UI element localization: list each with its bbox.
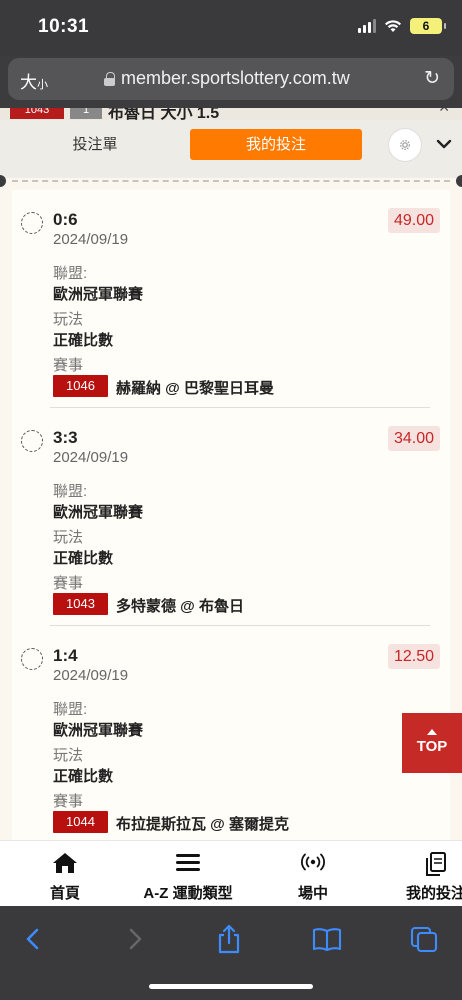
nav-az-label: A-Z 運動類型 <box>143 885 233 902</box>
select-radio[interactable] <box>21 212 43 234</box>
dashed-line <box>12 180 450 182</box>
bet-slip-peek: 1043 1 布魯日 大小 1.5 ✕ <box>0 108 462 120</box>
select-radio[interactable] <box>21 430 43 452</box>
back-icon[interactable] <box>18 924 50 954</box>
tab-my-bets[interactable]: 我的投注 <box>190 129 362 160</box>
close-icon[interactable]: ✕ <box>438 108 450 116</box>
play-value: 正確比數 <box>53 550 114 567</box>
bottom-nav: 首頁 A-Z 運動類型 場中 我的投注 <box>0 840 462 906</box>
bet-card: 3:3 2024/09/19 34.00 聯盟: 歐洲冠軍聯賽 玩法 正確比數 … <box>12 408 450 626</box>
signal-icon <box>358 19 376 33</box>
url-text: member.sportslottery.com.tw <box>121 68 350 88</box>
bet-date: 2024/09/19 <box>53 231 129 248</box>
nav-live[interactable]: 場中 <box>270 841 356 907</box>
text-size-small: 小 <box>37 79 48 91</box>
select-radio[interactable] <box>21 648 43 670</box>
play-label: 玩法 <box>53 747 84 764</box>
bet-card: 1:4 2024/09/19 12.50 聯盟: 歐洲冠軍聯賽 玩法 正確比數 … <box>12 626 450 844</box>
match-label: 賽事 <box>53 357 84 374</box>
bet-date: 2024/09/19 <box>53 449 129 466</box>
play-label: 玩法 <box>53 529 84 546</box>
ticket-divider <box>0 175 462 187</box>
phone-screen: 10:31 6 大小 member.sportslottery.com.tw ↻… <box>0 0 462 1000</box>
bet-date: 2024/09/19 <box>53 667 129 684</box>
home-icon <box>53 853 77 873</box>
status-icons: 6 <box>358 18 446 34</box>
peek-number: 1 <box>70 108 102 119</box>
notch-right <box>456 175 462 187</box>
league-value: 歐洲冠軍聯賽 <box>53 722 144 739</box>
bet-card: 0:6 2024/09/19 49.00 聯盟: 歐洲冠軍聯賽 玩法 正確比數 … <box>12 190 450 408</box>
bet-odds: 12.50 <box>387 644 440 669</box>
live-broadcast-icon <box>301 853 325 871</box>
peek-text: 布魯日 大小 1.5 <box>108 108 220 120</box>
tabs-icon[interactable] <box>408 924 440 954</box>
menu-icon <box>176 854 200 871</box>
match-label: 賽事 <box>53 793 84 810</box>
nav-home-label: 首頁 <box>49 885 80 902</box>
league-label: 聯盟: <box>53 483 88 500</box>
lock-icon <box>104 72 115 86</box>
bet-list: 0:6 2024/09/19 49.00 聯盟: 歐洲冠軍聯賽 玩法 正確比數 … <box>12 190 450 906</box>
text-size-button[interactable]: 大小 <box>20 68 48 93</box>
bet-score: 0:6 <box>53 210 78 229</box>
play-label: 玩法 <box>53 311 84 328</box>
match-code-badge: 1043 <box>53 593 108 615</box>
web-content: 1043 1 布魯日 大小 1.5 ✕ 投注單 我的投注 0:6 2024/09… <box>0 108 462 906</box>
play-value: 正確比數 <box>53 768 114 785</box>
tickets-icon <box>426 852 446 876</box>
reload-icon[interactable]: ↻ <box>424 67 440 90</box>
league-label: 聯盟: <box>53 701 88 718</box>
match-code-badge: 1044 <box>53 811 108 833</box>
play-value: 正確比數 <box>53 332 114 349</box>
league-value: 歐洲冠軍聯賽 <box>53 286 144 303</box>
match-name: 多特蒙德 @ 布魯日 <box>116 598 244 615</box>
back-to-top-button[interactable]: TOP <box>402 713 462 773</box>
bookmarks-icon[interactable] <box>311 924 343 954</box>
wifi-icon <box>385 20 401 32</box>
match-label: 賽事 <box>53 575 84 592</box>
share-icon[interactable] <box>213 924 245 954</box>
status-time: 10:31 <box>38 16 90 37</box>
gear-icon <box>400 140 410 150</box>
top-label: TOP <box>416 738 448 755</box>
nav-home[interactable]: 首頁 <box>20 841 110 907</box>
address-bar[interactable]: 大小 member.sportslottery.com.tw ↻ <box>8 58 454 100</box>
nav-live-label: 場中 <box>297 885 328 902</box>
bet-odds: 34.00 <box>387 426 440 451</box>
forward-icon[interactable] <box>118 924 150 954</box>
peek-match-code: 1043 <box>10 108 64 119</box>
bet-odds: 49.00 <box>387 208 440 233</box>
tab-bet-slip[interactable]: 投注單 <box>30 130 160 160</box>
match-code-badge: 1046 <box>53 375 108 397</box>
battery-icon: 6 <box>410 18 446 34</box>
text-size-large: 大 <box>20 73 37 92</box>
settings-button[interactable] <box>389 129 421 161</box>
status-bar: 10:31 6 <box>0 0 462 56</box>
bet-score: 1:4 <box>53 646 78 665</box>
chevron-down-icon[interactable] <box>432 132 456 156</box>
nav-my-bets[interactable]: 我的投注 <box>396 841 462 907</box>
url-display[interactable]: member.sportslottery.com.tw <box>104 68 350 89</box>
match-name: 赫羅納 @ 巴黎聖日耳曼 <box>116 380 274 397</box>
bet-tabs: 投注單 我的投注 <box>0 120 462 178</box>
home-indicator <box>149 984 313 989</box>
league-label: 聯盟: <box>53 265 88 282</box>
nav-az-sports[interactable]: A-Z 運動類型 <box>128 841 248 907</box>
match-name: 布拉提斯拉瓦 @ 塞爾提克 <box>116 816 289 833</box>
nav-mybets-label: 我的投注 <box>406 885 462 902</box>
arrow-up-icon <box>427 729 437 735</box>
bet-score: 3:3 <box>53 428 78 447</box>
league-value: 歐洲冠軍聯賽 <box>53 504 144 521</box>
